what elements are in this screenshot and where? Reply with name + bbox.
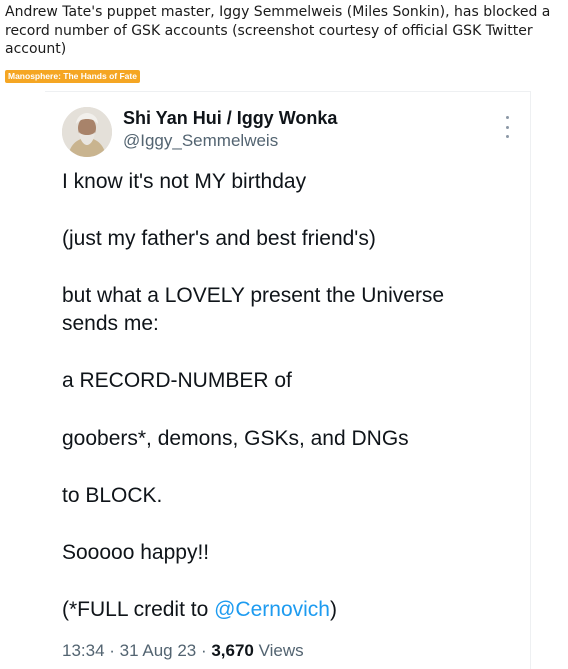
tweet-meta: 13:34 · 31 Aug 23 · 3,670 Views [62,640,304,662]
tweet-line: a RECORD-NUMBER of [62,369,292,392]
meta-separator: · [196,641,212,660]
tweet-time[interactable]: 13:34 [62,641,105,660]
tweet-line: to BLOCK. [62,484,163,507]
tweet-line: goobers*, demons, GSKs, and DNGs [62,427,409,450]
vertical-ellipsis-icon[interactable] [500,116,514,138]
tweet-line: (just my father's and best friend's) [62,227,376,250]
credit-close: ) [329,598,337,621]
post-title: Andrew Tate's puppet master, Iggy Semmel… [5,4,551,57]
user-handle[interactable]: @Iggy_Semmelweis [123,130,278,151]
tweet-date[interactable]: 31 Aug 23 [120,641,197,660]
tweet-line: but what a LOVELY present the Universe [62,284,445,307]
tweet-line: Sooooo happy!! [62,541,210,564]
avatar-image [62,107,112,157]
mention-link[interactable]: @Cernovich [214,598,330,621]
views-label: Views [253,641,304,660]
tweet-credit-line: (*FULL credit to @Cernovich) [62,596,522,624]
avatar[interactable] [62,107,112,157]
tweet-line: sends me: [62,312,159,335]
display-name[interactable]: Shi Yan Hui / Iggy Wonka [123,107,337,129]
views-count: 3,670 [211,641,254,660]
credit-text: (*FULL credit to [62,598,215,621]
tweet-line: I know it's not MY birthday [62,170,307,193]
post-flair[interactable]: Manosphere: The Hands of Fate [5,70,140,83]
meta-separator: · [104,641,120,660]
